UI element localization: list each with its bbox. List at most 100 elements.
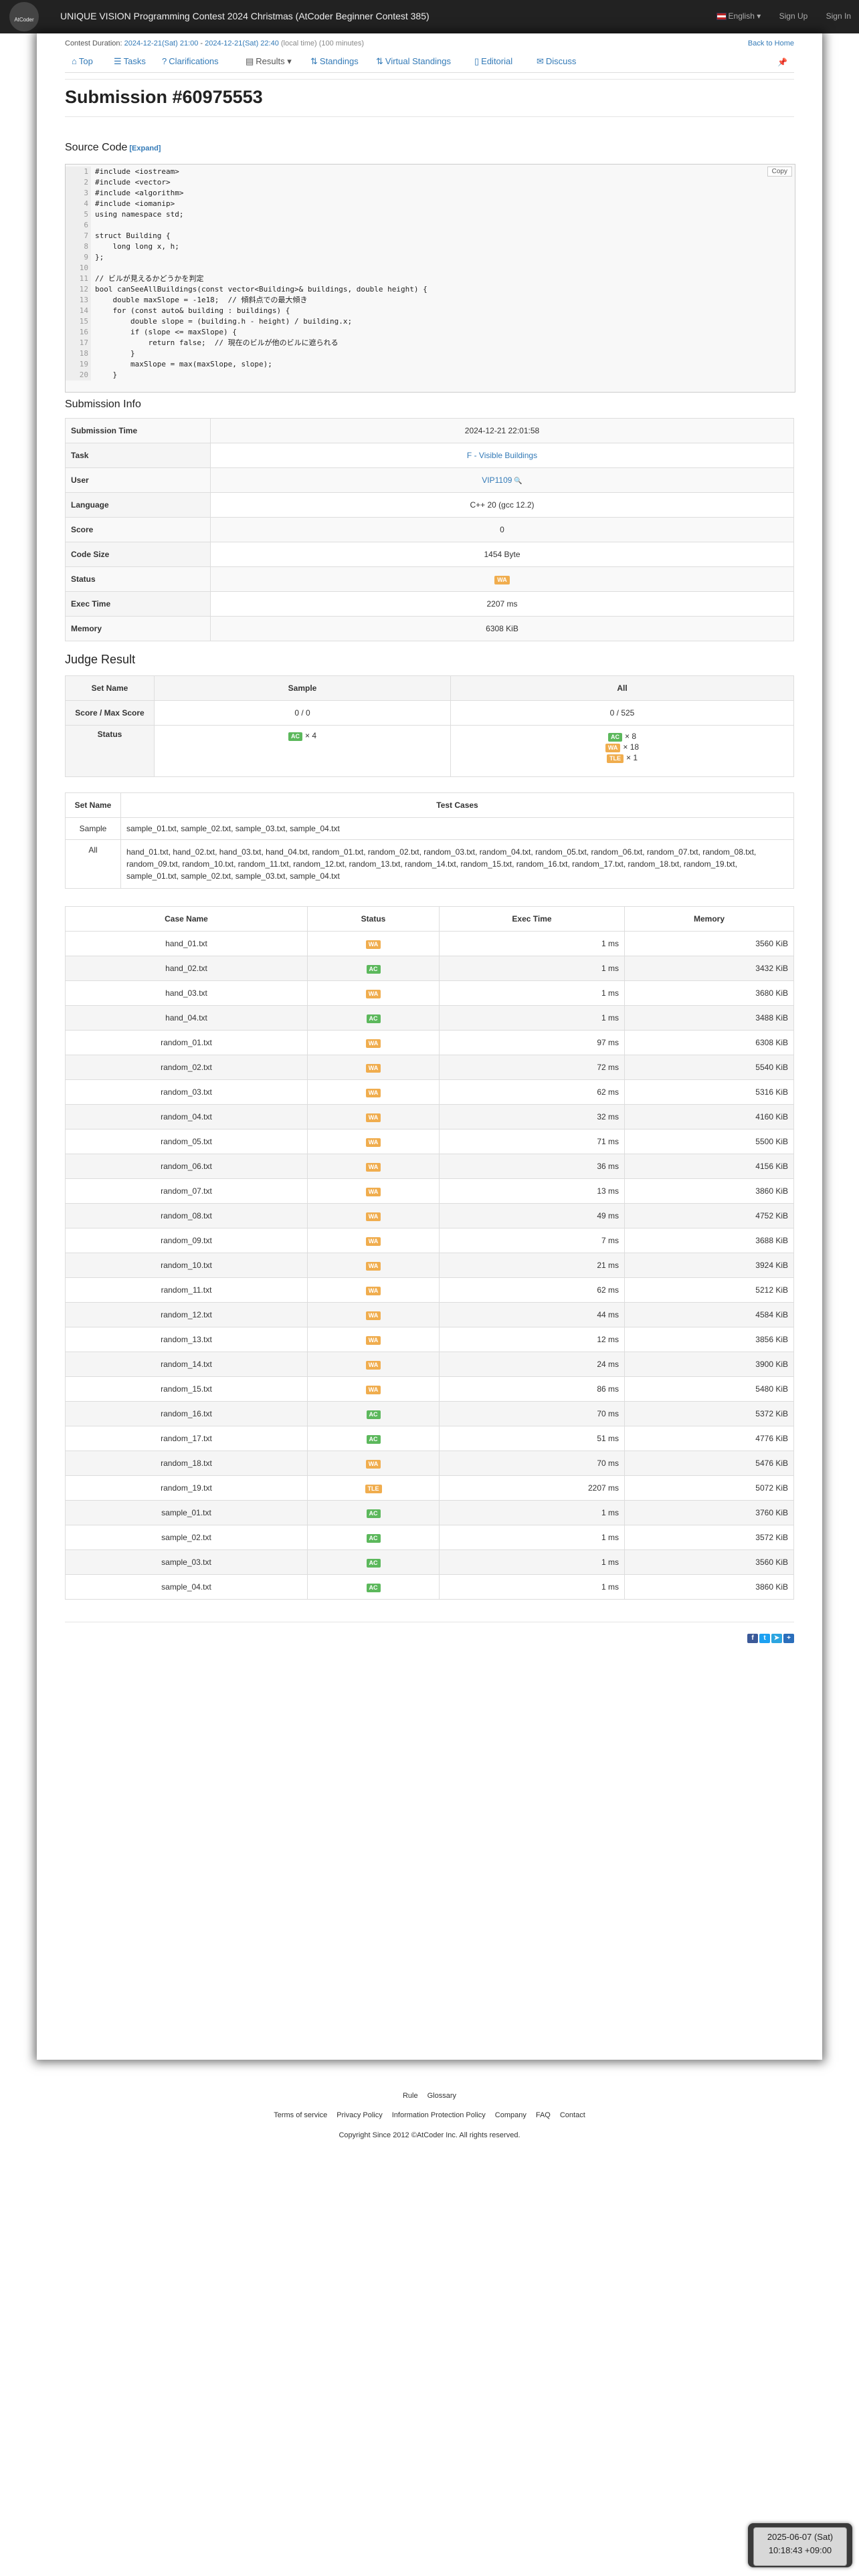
set-cases-sample: sample_01.txt, sample_02.txt, sample_03.…	[120, 817, 794, 840]
table-row: sample_04.txt AC 1 ms 3860 KiB	[65, 1574, 794, 1600]
telegram-icon[interactable]: ➤	[771, 1634, 782, 1643]
contest-start-link[interactable]: 2024-12-21(Sat) 21:00	[124, 39, 199, 47]
footer-faq-link[interactable]: FAQ	[536, 2111, 551, 2119]
case-exec-time: 62 ms	[439, 1277, 625, 1303]
all-score: 0 / 525	[450, 700, 794, 726]
facebook-icon[interactable]: f	[747, 1634, 758, 1643]
info-value: 2024-12-21 22:01:58	[210, 418, 794, 443]
line-number: 5	[66, 209, 91, 220]
code-line: 11 // ビルが見えるかどうかを判定	[66, 274, 792, 284]
footer-company-link[interactable]: Company	[495, 2111, 527, 2119]
code-line: 19 maxSlope = max(maxSlope, slope);	[66, 359, 792, 370]
case-status: WA	[307, 1178, 440, 1204]
main-panel: Contest Duration: 2024-12-21(Sat) 21:00 …	[37, 33, 822, 2060]
tab-top[interactable]: ⌂ Top	[72, 56, 93, 66]
code-line: 4 #include <iomanip>	[66, 199, 792, 209]
home-icon: ⌂	[72, 56, 77, 66]
tab-results[interactable]: ▤ Results ▾	[246, 56, 292, 67]
contest-end-link[interactable]: 2024-12-21(Sat) 22:40	[205, 39, 279, 47]
tasks-icon: ☰	[114, 56, 122, 66]
case-memory: 3488 KiB	[624, 1005, 794, 1031]
case-status: TLE	[307, 1475, 440, 1501]
status-badge: WA	[365, 1039, 381, 1048]
search-icon[interactable]: 🔍	[512, 477, 522, 485]
table-row: sample_02.txt AC 1 ms 3572 KiB	[65, 1525, 794, 1550]
info-row: Status WA	[65, 566, 794, 592]
case-name: random_10.txt	[65, 1253, 308, 1278]
language-menu[interactable]: English ▾	[716, 11, 761, 21]
share-icon[interactable]: +	[783, 1634, 794, 1643]
sign-up-link[interactable]: Sign Up	[779, 11, 808, 21]
twitter-icon[interactable]: t	[759, 1634, 770, 1643]
tab-standings[interactable]: ⇅ Standings	[310, 56, 359, 67]
info-label: Exec Time	[65, 591, 211, 617]
case-name: random_01.txt	[65, 1030, 308, 1055]
footer-terms-link[interactable]: Terms of service	[274, 2111, 327, 2119]
code-text: long long x, h;	[95, 242, 179, 251]
judge-result-heading: Judge Result	[65, 653, 136, 666]
code-line: 16 if (slope <= maxSlope) {	[66, 327, 792, 338]
clock-date: 2025-06-07 (Sat)	[767, 2532, 834, 2542]
case-memory: 4160 KiB	[624, 1104, 794, 1130]
back-to-home-link[interactable]: Back to Home	[748, 39, 794, 47]
case-status: AC	[307, 1500, 440, 1525]
footer-info-protection-link[interactable]: Information Protection Policy	[392, 2111, 486, 2119]
case-status: WA	[307, 931, 440, 956]
contest-title[interactable]: UNIQUE VISION Programming Contest 2024 C…	[60, 11, 430, 21]
footer-copyright: Copyright Since 2012 ©AtCoder Inc. All r…	[339, 2131, 520, 2139]
footer-glossary-link[interactable]: Glossary	[427, 2092, 456, 2100]
tab-label: Results	[256, 56, 285, 66]
case-status: AC	[307, 1549, 440, 1575]
col-test-cases: Test Cases	[120, 792, 794, 818]
case-memory: 3900 KiB	[624, 1352, 794, 1377]
case-memory: 5212 KiB	[624, 1277, 794, 1303]
sort-icon: ⇅	[376, 56, 383, 66]
case-name: random_09.txt	[65, 1228, 308, 1253]
status-badge: AC	[366, 1434, 381, 1444]
col-sample: Sample	[154, 675, 451, 701]
info-label: Memory	[65, 616, 211, 641]
info-value[interactable]: VIP1109 🔍	[210, 467, 794, 493]
case-status: WA	[307, 980, 440, 1006]
expand-link[interactable]: [Expand]	[129, 144, 161, 152]
footer-privacy-link[interactable]: Privacy Policy	[337, 2111, 382, 2119]
case-memory: 4156 KiB	[624, 1154, 794, 1179]
code-line: 8 long long x, h;	[66, 241, 792, 252]
footer-contact-link[interactable]: Contact	[560, 2111, 585, 2119]
case-memory: 3572 KiB	[624, 1525, 794, 1550]
case-name: sample_01.txt	[65, 1500, 308, 1525]
atcoder-logo[interactable]: AtCoder	[9, 2, 39, 31]
case-exec-time: 72 ms	[439, 1055, 625, 1080]
status-count-value: × 1	[626, 753, 638, 762]
user-link[interactable]: VIP1109	[482, 475, 512, 485]
duration-sep: -	[198, 39, 205, 47]
footer-rule-link[interactable]: Rule	[403, 2092, 418, 2100]
case-exec-time: 71 ms	[439, 1129, 625, 1154]
tab-clarifications[interactable]: ? Clarifications	[162, 56, 219, 66]
status-badge: WA	[365, 1113, 381, 1122]
case-memory: 3924 KiB	[624, 1253, 794, 1278]
line-number: 16	[66, 327, 91, 338]
tab-editorial[interactable]: ▯ Editorial	[474, 56, 512, 67]
case-memory: 3432 KiB	[624, 956, 794, 981]
status-badge: AC	[366, 964, 381, 974]
sign-in-link[interactable]: Sign In	[826, 11, 851, 21]
tab-tasks[interactable]: ☰ Tasks	[114, 56, 146, 67]
case-name: random_14.txt	[65, 1352, 308, 1377]
case-status: AC	[307, 1401, 440, 1426]
info-value: 0	[210, 517, 794, 542]
info-value[interactable]: F - Visible Buildings	[210, 443, 794, 468]
pin-icon[interactable]: 📌	[777, 58, 787, 67]
tab-discuss[interactable]: ✉ Discuss	[537, 56, 576, 67]
case-exec-time: 1 ms	[439, 1549, 625, 1575]
info-row: Score 0	[65, 517, 794, 542]
status-badge: AC	[288, 732, 302, 741]
task-link[interactable]: F - Visible Buildings	[467, 451, 537, 460]
case-name: random_04.txt	[65, 1104, 308, 1130]
divider	[65, 79, 794, 80]
tab-virtual-standings[interactable]: ⇅ Virtual Standings	[376, 56, 451, 67]
case-memory: 6308 KiB	[624, 1030, 794, 1055]
book-icon: ▯	[474, 56, 480, 66]
status-badge: WA	[365, 1385, 381, 1394]
submission-info-table: Submission Time 2024-12-21 22:01:58 Task F …	[65, 418, 794, 641]
